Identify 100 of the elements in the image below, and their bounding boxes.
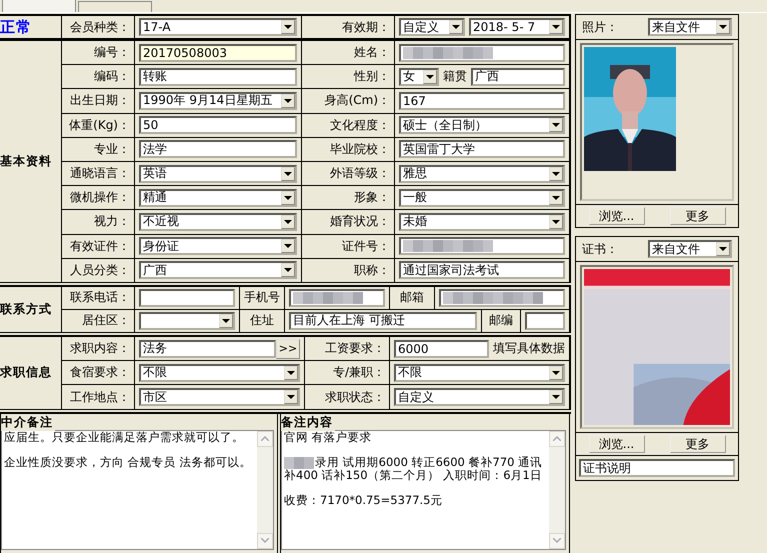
field-label: 形象： (354, 189, 390, 206)
dropdown[interactable]: 身份证 (139, 237, 297, 256)
scroll-up-icon[interactable] (549, 430, 565, 447)
text-field[interactable] (399, 44, 565, 62)
field-label: 编号： (94, 44, 130, 62)
dropdown[interactable]: 雅思 (399, 164, 565, 183)
field-label: 姓名： (354, 44, 390, 62)
note-text: 收费：7170*0.75=5377.5元 (284, 494, 444, 507)
panel-button[interactable]: 更多 (670, 207, 726, 225)
dropdown[interactable]: 广西 (139, 261, 297, 280)
dropdown[interactable]: 市区 (139, 388, 300, 406)
field-label: 食宿要求： (70, 364, 130, 382)
date-picker[interactable]: 2018- 5- 7 (469, 18, 565, 36)
caption-field[interactable]: 证书说明 (579, 459, 735, 477)
dropdown[interactable]: 未婚 (399, 212, 565, 231)
text-field[interactable] (525, 312, 565, 330)
section-title: 联系方式 (0, 300, 52, 318)
field-label: 通晓语言： (70, 165, 130, 182)
field-label: 微机操作： (70, 189, 130, 206)
picker-button[interactable]: >> (276, 338, 300, 359)
text-field[interactable]: 英国雷丁大学 (399, 140, 565, 158)
dropdown[interactable]: 17-A (139, 18, 297, 36)
section-title: 求职信息 (0, 364, 52, 382)
field-label: 手机号 (244, 289, 280, 306)
hint-text: 填写具体数据 (493, 340, 565, 358)
field-label: 会员种类： (70, 18, 130, 36)
note-text: 企业性质没要求，方向 合规专员 法务都可以。 (4, 456, 252, 469)
dropdown[interactable] (139, 312, 235, 330)
dropdown[interactable]: 1990年 9月14日星期五 (139, 92, 297, 110)
field-label: 照片： (582, 18, 619, 36)
field-label: 性别： (354, 68, 390, 86)
redaction-mark (293, 292, 363, 304)
text-field[interactable]: 通过国家司法考试 (399, 261, 565, 280)
field-label: 专业： (94, 140, 130, 158)
text-field[interactable] (289, 288, 385, 307)
notes-area[interactable]: 应届生。只要企业能满足落户需求就可以了。 企业性质没要求，方向 合规专员 法务都可以。 (1, 430, 274, 550)
text-field[interactable]: 法学 (139, 140, 297, 158)
dropdown[interactable]: 自定义 (394, 388, 565, 406)
dropdown[interactable]: 不限 (394, 364, 565, 382)
field-label: 体重(Kg)： (69, 116, 130, 134)
field-label: 视力： (94, 213, 130, 230)
dropdown[interactable]: 来自文件 (648, 240, 732, 258)
scrollbar[interactable] (549, 430, 565, 549)
field-label: 工作地点： (70, 388, 130, 406)
scrollbar[interactable] (257, 430, 273, 549)
field-label: 专/兼职： (332, 364, 385, 382)
note-text: 官网 有落户要求 (284, 430, 373, 444)
dropdown[interactable]: 英语 (139, 164, 297, 183)
field-label: 职称： (354, 262, 390, 279)
field-label: 求职内容： (70, 340, 130, 358)
text-field[interactable] (139, 288, 235, 307)
group-title: 中介备注 (1, 414, 55, 431)
note-text: 应届生。只要企业能满足落户需求就可以了。 (4, 430, 245, 444)
tab[interactable] (2, 0, 76, 12)
text-field[interactable]: 转账 (139, 68, 297, 86)
field-label: 编码： (94, 68, 130, 86)
dropdown[interactable]: 自定义 (399, 18, 465, 36)
section-title: 基本资料 (0, 152, 52, 170)
field-label: 有效证件： (70, 238, 130, 255)
field-label: 证件号： (342, 238, 390, 255)
field-label: 婚育状况： (330, 213, 390, 230)
field-label: 居住区： (82, 312, 130, 330)
text-field[interactable]: 目前人在上海 可搬迁 (289, 312, 477, 330)
dropdown[interactable]: 不限 (139, 364, 300, 382)
panel-button[interactable]: 浏览... (588, 435, 644, 453)
text-field[interactable]: 6000 (394, 340, 489, 358)
panel-button[interactable]: 更多 (670, 435, 726, 453)
panel-button[interactable]: 浏览... (588, 207, 644, 225)
field-label: 邮编 (489, 312, 513, 330)
tab[interactable] (78, 1, 152, 12)
text-field[interactable] (399, 237, 565, 256)
field-label: 人员分类： (70, 262, 130, 279)
field-label: 出生日期： (70, 92, 130, 110)
text-field[interactable]: 法务 (139, 340, 276, 358)
text-field[interactable]: 50 (139, 116, 297, 134)
group-title: 备注内容 (281, 414, 335, 431)
remarks-area[interactable]: 官网 有落户要求 录用 试用期6000 转正6600 餐补770 通讯补400 话补150（第二个月） 入职时间：6月1日 收费：7170*0.75=5377.5元 (281, 430, 566, 550)
dropdown[interactable]: 硕士（全日制） (399, 116, 565, 134)
dropdown[interactable]: 精通 (139, 188, 297, 207)
dropdown[interactable]: 来自文件 (648, 18, 732, 36)
field-label: 身高(Cm)： (324, 92, 390, 110)
field-label: 邮箱 (400, 289, 424, 306)
status-text: 正常 (0, 18, 32, 36)
field-label: 证书： (582, 240, 619, 258)
text-field[interactable]: 广西 (471, 68, 565, 86)
dropdown[interactable]: 不近视 (139, 212, 297, 231)
field-label: 外语等级： (330, 165, 390, 182)
field-label: 毕业院校： (330, 140, 390, 158)
text-field[interactable]: 167 (399, 92, 565, 110)
field-label: 籍贯 (443, 68, 467, 86)
field-label: 有效期： (342, 18, 390, 36)
dropdown[interactable]: 女 (399, 68, 439, 86)
field-label: 住址 (250, 312, 274, 330)
text-field[interactable] (439, 288, 565, 307)
text-field[interactable]: 20170508003 (139, 44, 297, 62)
note-text: 录用 试用期6000 转正6600 餐补770 通讯补400 话补150（第二个月） 入职时间：6月1日 (284, 456, 544, 482)
scroll-up-icon[interactable] (257, 430, 273, 447)
dropdown[interactable]: 一般 (399, 188, 565, 207)
field-label: 文化程度： (330, 116, 390, 134)
field-label: 求职状态： (325, 388, 385, 406)
